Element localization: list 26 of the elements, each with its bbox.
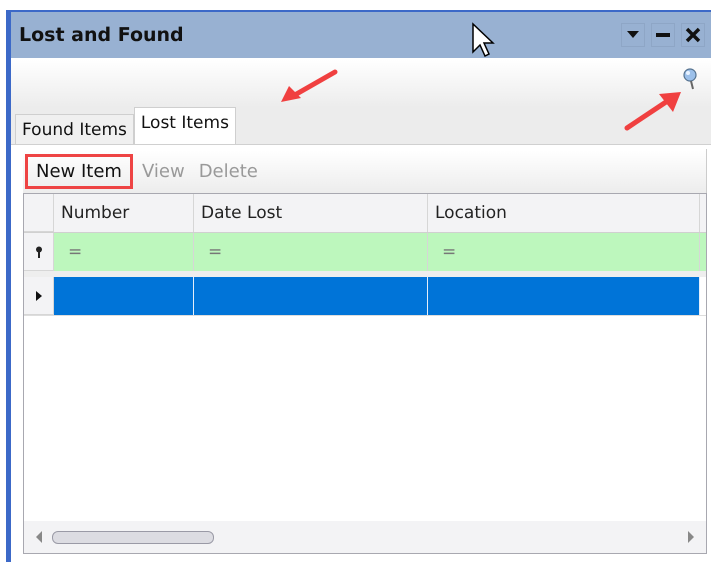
close-icon: [685, 27, 701, 43]
minimize-button[interactable]: [651, 23, 675, 47]
cursor-icon: [471, 22, 495, 58]
scroll-right-icon[interactable]: [688, 531, 694, 543]
horizontal-scrollbar[interactable]: [24, 521, 706, 553]
scroll-thumb[interactable]: [52, 530, 214, 544]
pin-icon[interactable]: [683, 68, 697, 90]
tab[interactable]: Lost Items: [134, 107, 236, 144]
minimize-icon: [656, 33, 670, 37]
column-header[interactable]: Location: [428, 194, 700, 232]
scroll-left-icon[interactable]: [36, 531, 42, 543]
arrow-annotation: [279, 68, 339, 104]
arrow-annotation: [623, 90, 683, 132]
toolbar-button[interactable]: New Item: [25, 154, 133, 188]
caret-icon: [627, 31, 639, 39]
table-cell[interactable]: [54, 277, 194, 315]
column-header[interactable]: Date Lost: [194, 194, 428, 232]
window-title: Lost and Found: [19, 24, 184, 46]
column-header[interactable]: Number: [54, 194, 194, 232]
close-button[interactable]: [681, 23, 705, 47]
tab[interactable]: Found Items: [15, 114, 134, 144]
table-cell[interactable]: [194, 277, 428, 315]
dropdown-button[interactable]: [621, 23, 645, 47]
table-cell[interactable]: [428, 277, 700, 315]
current-row-icon: [36, 290, 42, 300]
filter-pin-icon: [34, 246, 42, 258]
